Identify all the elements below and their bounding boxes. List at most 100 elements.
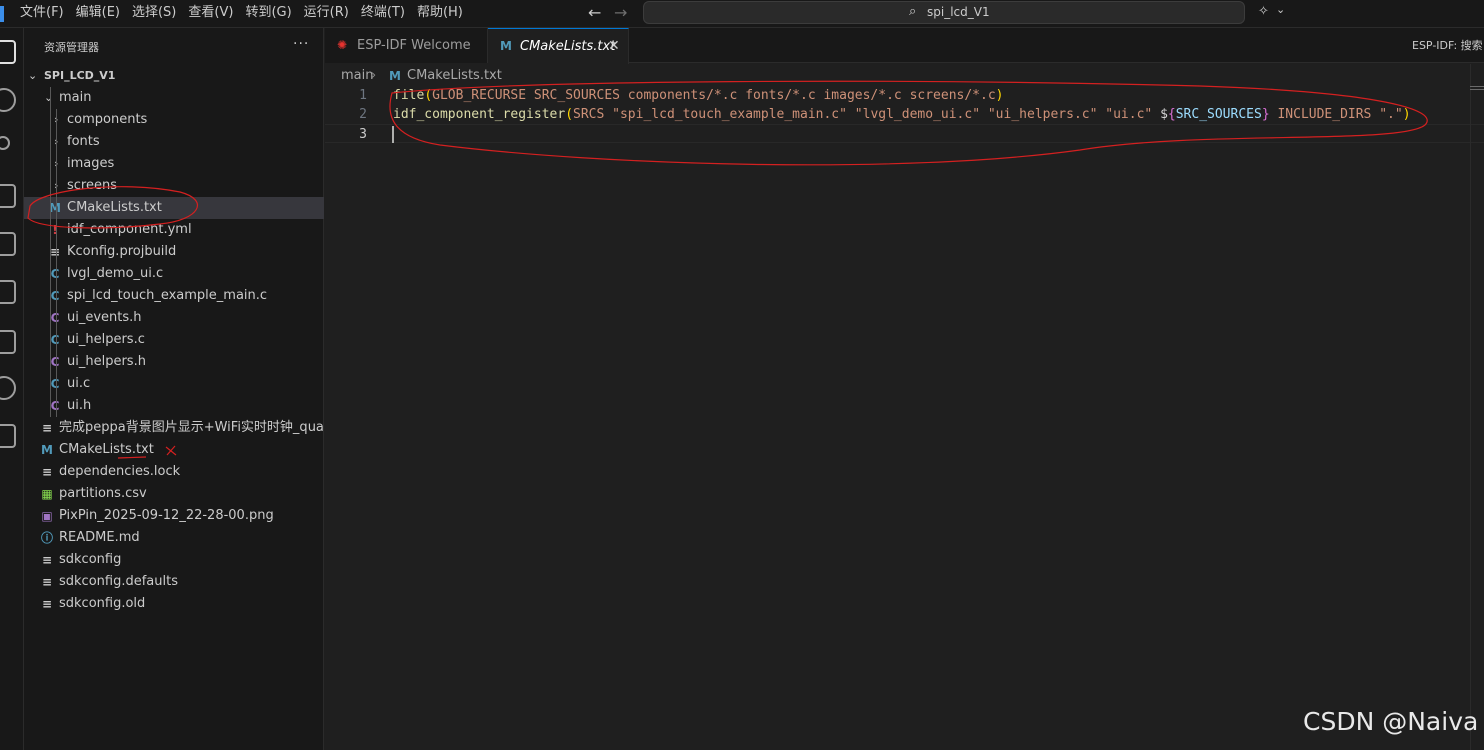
tree-item-label: ui_helpers.h: [67, 354, 146, 369]
tree-file[interactable]: Cui_helpers.h: [24, 351, 324, 373]
tree-file[interactable]: Cspi_lcd_touch_example_main.c: [24, 285, 324, 307]
tab-label: ESP-IDF Welcome: [357, 38, 471, 53]
command-center-search[interactable]: ⌕ spi_lcd_V1: [643, 1, 1245, 24]
esp-idf-search-action[interactable]: ESP-IDF: 搜索: [1412, 28, 1483, 64]
menu-item[interactable]: 帮助(H): [411, 0, 469, 28]
tab-label: CMakeLists.txt: [520, 39, 616, 54]
vertical-scrollbar[interactable]: [1470, 64, 1484, 750]
esp-idf-logo-icon: ✺: [337, 38, 348, 52]
tree-folder[interactable]: ›fonts: [24, 131, 324, 153]
tree-folder[interactable]: ›components: [24, 109, 324, 131]
code-line[interactable]: 2 idf_component_register(SRCS "spi_lcd_to…: [325, 105, 1484, 124]
tree-file[interactable]: ≡ dependencies.lock: [24, 461, 324, 483]
tree-file[interactable]: Clvgl_demo_ui.c: [24, 263, 324, 285]
menu-item[interactable]: 选择(S): [126, 0, 182, 28]
tree-folder[interactable]: ›screens: [24, 175, 324, 197]
file-type-icon: ≡: [41, 465, 53, 479]
menu-item[interactable]: 终端(T): [355, 0, 411, 28]
search-icon: ⌕: [909, 4, 917, 19]
code-line[interactable]: 3: [325, 124, 1484, 143]
tree-root-folder[interactable]: ⌄ SPI_LCD_V1: [24, 65, 324, 87]
search-icon[interactable]: [0, 88, 16, 112]
tree-item-label: CMakeLists.txt: [59, 442, 154, 457]
tree-file[interactable]: ≡ Kconfig.projbuild: [24, 241, 324, 263]
breadcrumb-file[interactable]: CMakeLists.txt: [407, 66, 502, 86]
tree-item-label: ui_helpers.c: [67, 332, 145, 347]
code-line[interactable]: 1 file(GLOB_RECURSE SRC_SOURCES component…: [325, 86, 1484, 105]
tree-file[interactable]: ≡ sdkconfig.old: [24, 593, 324, 615]
explorer-sidebar: 资源管理器 ··· ⌄ SPI_LCD_V1 ⌄ main ›components›fo…: [24, 28, 324, 750]
source-control-icon[interactable]: [0, 136, 10, 150]
code-token: "ui_helpers.c": [987, 107, 1098, 122]
menu-item[interactable]: 编辑(E): [70, 0, 126, 28]
indent-guide: [56, 109, 57, 417]
close-icon[interactable]: ✕: [608, 29, 620, 64]
tree-item-label: idf_component.yml: [67, 222, 192, 237]
code-token: {: [1167, 107, 1176, 122]
forward-arrow-icon[interactable]: →: [614, 3, 627, 22]
menu-item[interactable]: 转到(G): [239, 0, 297, 28]
chevron-down-icon: ⌄: [28, 69, 38, 82]
code-token: (: [565, 107, 574, 122]
tree-item-label: components: [67, 112, 148, 127]
tree-file[interactable]: ≡ sdkconfig.defaults: [24, 571, 324, 593]
tree-folder[interactable]: ›images: [24, 153, 324, 175]
tree-item-label: CMakeLists.txt: [67, 200, 162, 215]
menu-item[interactable]: 查看(V): [182, 0, 239, 28]
file-type-icon: ▦: [41, 487, 53, 501]
testing-icon[interactable]: [0, 280, 16, 304]
docker-icon[interactable]: [0, 424, 16, 448]
tree-item-label: lvgl_demo_ui.c: [67, 266, 164, 281]
more-actions-icon[interactable]: ···: [293, 36, 309, 52]
run-debug-icon[interactable]: [0, 184, 16, 208]
esp-idf-icon[interactable]: [0, 376, 16, 400]
tree-item-label: fonts: [67, 134, 100, 149]
tree-file[interactable]: ▣ PixPin_2025-09-12_22-28-00.png: [24, 505, 324, 527]
cmake-file-icon: M: [389, 69, 401, 83]
tree-item-label: sdkconfig.defaults: [59, 574, 178, 589]
file-type-icon: ⓘ: [40, 531, 53, 545]
code-token: idf_component_register: [393, 107, 566, 122]
explorer-title: 资源管理器: [44, 41, 99, 54]
tree-file[interactable]: ≡ 完成peppa背景图片显示+WiFi实时时钟_qua...: [24, 417, 324, 439]
minimap[interactable]: [1470, 86, 1484, 92]
breadcrumb-separator-icon: ›: [371, 68, 377, 83]
code-token: SRC_SOURCES: [1175, 107, 1262, 122]
activity-bar: [0, 28, 24, 750]
code-token: GLOB_RECURSE SRC_SOURCES components/*.c …: [432, 88, 996, 103]
tree-folder-main[interactable]: ⌄ main: [24, 87, 324, 109]
tree-file[interactable]: ⓘ README.md: [24, 527, 324, 549]
remote-explorer-icon[interactable]: [0, 330, 16, 354]
tree-item-label: ui.c: [67, 376, 91, 391]
tab-esp-idf-welcome[interactable]: ✺ ESP-IDF Welcome: [325, 28, 488, 63]
breadcrumb-folder[interactable]: main: [341, 66, 373, 86]
tree-file[interactable]: ▦ partitions.csv: [24, 483, 324, 505]
back-arrow-icon[interactable]: ←: [588, 3, 601, 22]
code-token: ): [1402, 107, 1411, 122]
tree-item-label: main: [59, 90, 92, 105]
tree-file[interactable]: Cui_events.h: [24, 307, 324, 329]
tree-item-label: 完成peppa背景图片显示+WiFi实时时钟_qua...: [59, 420, 324, 435]
cmake-file-icon: M: [500, 39, 512, 53]
tree-file[interactable]: ! idf_component.yml: [24, 219, 324, 241]
chevron-down-icon[interactable]: ⌄: [1276, 3, 1285, 16]
tree-file[interactable]: ≡ sdkconfig: [24, 549, 324, 571]
tree-file[interactable]: M CMakeLists.txt: [24, 197, 324, 219]
file-type-icon: M: [41, 443, 53, 457]
file-type-icon: ≡: [41, 553, 53, 567]
explorer-icon[interactable]: [0, 40, 16, 64]
copilot-icon[interactable]: ✧: [1258, 4, 1269, 19]
code-text: file(GLOB_RECURSE SRC_SOURCES components…: [393, 86, 1004, 105]
tree-file[interactable]: Cui.h: [24, 395, 324, 417]
menu-item[interactable]: 运行(R): [298, 0, 355, 28]
tree-file[interactable]: M CMakeLists.txt: [24, 439, 324, 461]
tab-bar: ✺ ESP-IDF Welcome M CMakeLists.txt ✕: [325, 28, 1484, 64]
extensions-icon[interactable]: [0, 232, 16, 256]
tab-cmakelists[interactable]: M CMakeLists.txt ✕: [488, 28, 629, 64]
tree-file[interactable]: Cui_helpers.c: [24, 329, 324, 351]
indent-guide: [50, 87, 51, 417]
csdn-watermark: CSDN @Naiva: [1303, 707, 1479, 736]
tree-file[interactable]: Cui.c: [24, 373, 324, 395]
menu-item[interactable]: 文件(F): [14, 0, 70, 28]
